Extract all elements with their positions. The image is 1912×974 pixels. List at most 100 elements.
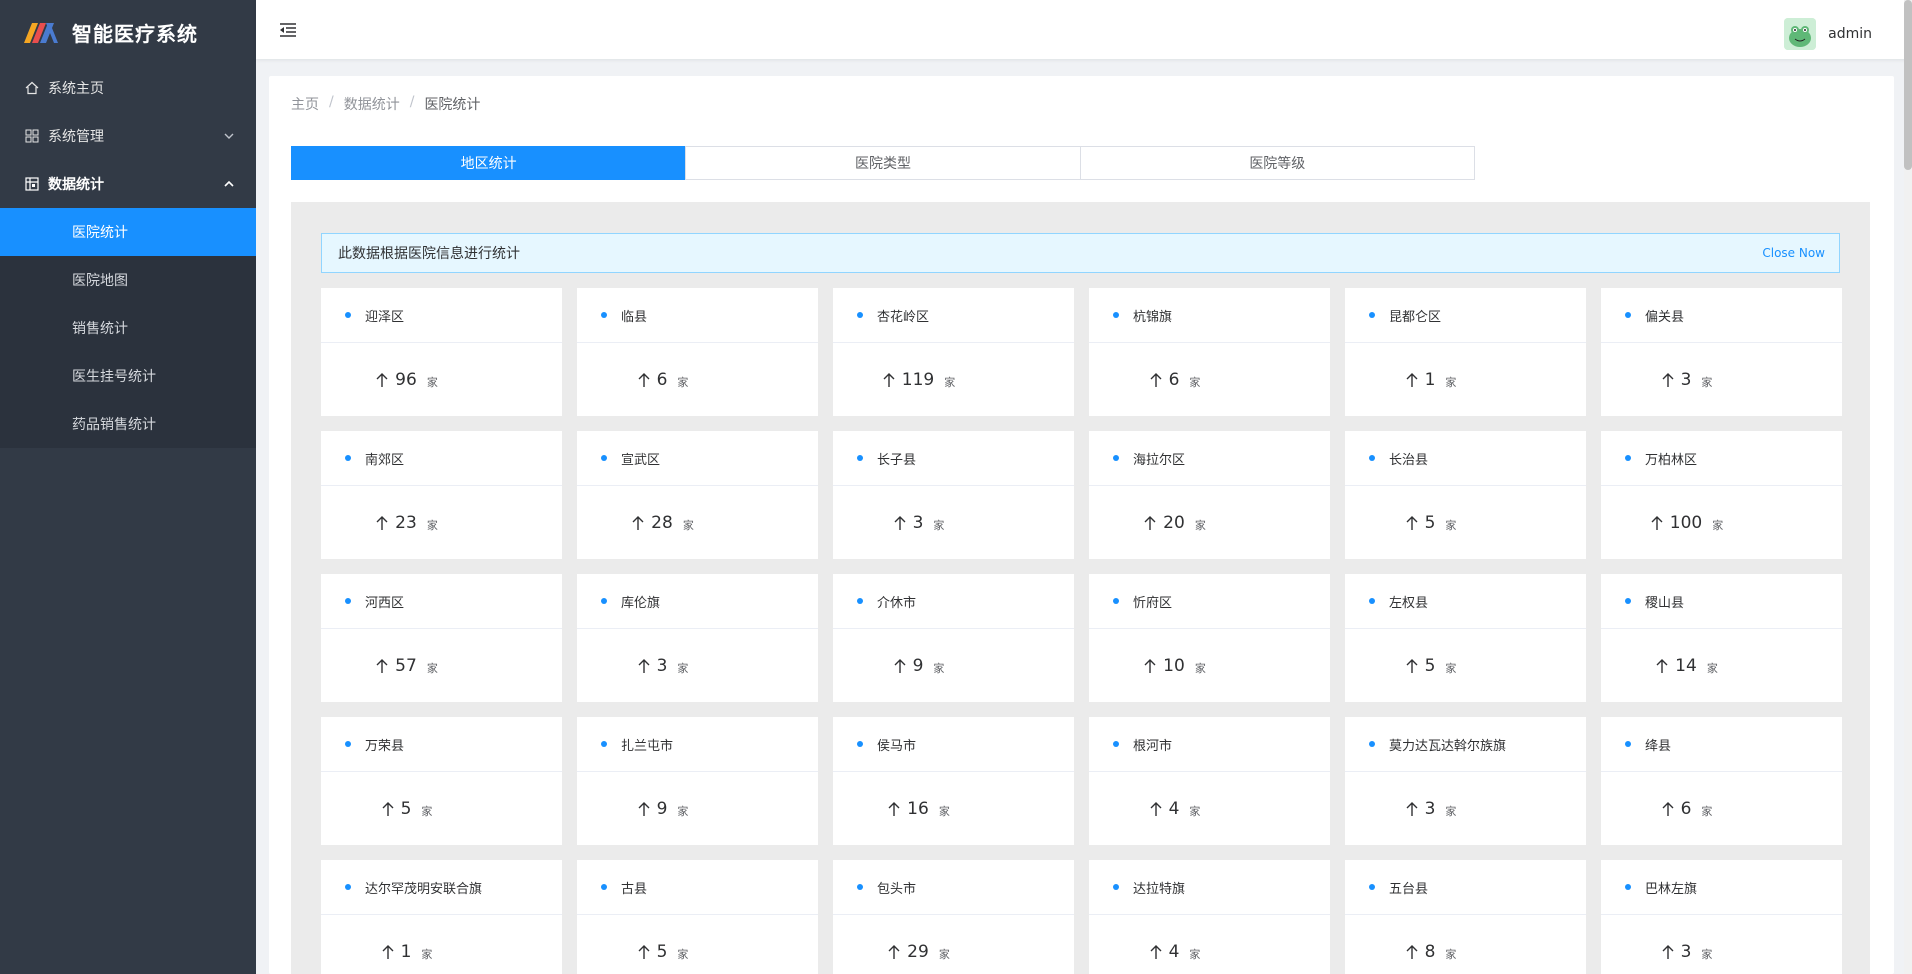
arrow-up-icon <box>1406 658 1418 673</box>
chevron-down-icon <box>224 133 234 139</box>
region-name: 巴林左旗 <box>1645 881 1698 897</box>
region-name: 长治县 <box>1389 452 1429 468</box>
username: admin <box>1828 26 1872 42</box>
region-name: 南郊区 <box>365 452 405 468</box>
sidebar-subitem-doctor-registration[interactable]: 医生挂号统计 <box>0 352 256 400</box>
region-name: 稷山县 <box>1645 595 1685 611</box>
breadcrumb-separator: / <box>329 94 334 110</box>
arrow-up-icon <box>894 515 906 530</box>
sidebar-subitem-sales-statistics[interactable]: 销售统计 <box>0 304 256 352</box>
hospital-count: 1 <box>1424 369 1436 390</box>
count-unit: 家 <box>677 947 689 961</box>
bullet-dot <box>1113 312 1119 318</box>
region-card-body: 4家 <box>1089 915 1330 974</box>
hospital-count: 3 <box>1424 798 1436 819</box>
count-unit: 家 <box>1706 661 1718 675</box>
region-card-body: 23 家 <box>321 486 562 559</box>
bullet-dot <box>1625 312 1631 318</box>
user-menu[interactable]: admin <box>1784 18 1872 50</box>
arrow-up-icon <box>1144 658 1156 673</box>
arrow-up-icon <box>1150 372 1162 387</box>
region-name: 临县 <box>621 309 648 325</box>
statistics-panel: 此数据根据医院信息进行统计 Close Now 迎泽区 96 家临县 6 家杏花岭区 11… <box>291 202 1870 974</box>
logo[interactable]: 智能医疗系统 <box>0 0 256 64</box>
alert-close-button[interactable]: Close Now <box>1762 246 1825 260</box>
hospital-count: 8 <box>1424 941 1436 962</box>
region-card-header: 达拉特旗 <box>1089 860 1330 915</box>
tab-region-statistics[interactable]: 地区统计 <box>291 146 687 180</box>
bullet-dot <box>601 312 607 318</box>
region-card-body: 9家 <box>577 772 818 845</box>
hospital-count: 96 <box>395 369 417 390</box>
hospital-count: 10 <box>1163 655 1185 676</box>
region-card-header: 莫力达瓦达斡尔族旗 <box>1345 717 1586 772</box>
bullet-dot <box>1113 598 1119 604</box>
region-card-header: 五台县 <box>1345 860 1586 915</box>
table-icon <box>24 176 40 192</box>
region-card-header: 扎兰屯市 <box>577 717 818 772</box>
region-card: 忻府区 10 家 <box>1089 574 1330 702</box>
region-card: 宣武区 28 家 <box>577 431 818 559</box>
region-card-body: 6家 <box>577 343 818 416</box>
count-unit: 家 <box>1445 375 1457 389</box>
region-card-header: 稷山县 <box>1601 574 1842 629</box>
region-card-header: 迎泽区 <box>321 288 562 343</box>
sidebar-item-home[interactable]: 系统主页 <box>0 64 256 112</box>
region-card: 万柏林区 100 家 <box>1601 431 1842 559</box>
region-card-body: 96 家 <box>321 343 562 416</box>
region-card: 临县 6 家 <box>577 288 818 416</box>
count-unit: 家 <box>1194 518 1206 532</box>
region-card-header: 介休市 <box>833 574 1074 629</box>
logo-icon <box>24 23 58 43</box>
breadcrumb-separator: / <box>409 94 415 110</box>
hospital-count: 28 <box>651 512 673 533</box>
sidebar-item-label: 系统主页 <box>48 81 104 97</box>
count-unit: 家 <box>426 661 438 675</box>
region-card: 包头市 29 家 <box>833 860 1074 974</box>
bullet-dot <box>345 312 351 318</box>
sidebar: 智能医疗系统 系统主页 系统管理 数据统计 医院统计 医院地图 销售统计 医生挂… <box>0 0 256 974</box>
breadcrumb-home[interactable]: 主页 <box>291 94 319 114</box>
count-unit: 家 <box>1189 375 1201 389</box>
bullet-dot <box>1369 741 1375 747</box>
sidebar-subitem-hospital-map[interactable]: 医院地图 <box>0 256 256 304</box>
hospital-count: 119 <box>901 369 935 390</box>
region-card: 迎泽区 96 家 <box>321 288 562 416</box>
count-unit: 家 <box>682 518 694 532</box>
count-unit: 家 <box>1445 804 1457 818</box>
region-card-header: 包头市 <box>833 860 1074 915</box>
count-unit: 家 <box>1189 804 1201 818</box>
sidebar-subitem-hospital-statistics[interactable]: 医院统计 <box>0 208 256 256</box>
region-card: 库伦旗 3 家 <box>577 574 818 702</box>
region-card-header: 临县 <box>577 288 818 343</box>
page-scrollbar-thumb[interactable] <box>1904 0 1912 170</box>
tab-hospital-level[interactable]: 医院等级 <box>1079 146 1475 180</box>
home-icon <box>24 80 40 96</box>
sidebar-item-data-statistics[interactable]: 数据统计 <box>0 160 256 208</box>
hospital-count: 4 <box>1168 798 1180 819</box>
count-unit: 家 <box>933 518 945 532</box>
bullet-dot <box>601 741 607 747</box>
sidebar-item-system-management[interactable]: 系统管理 <box>0 112 256 160</box>
hospital-count: 23 <box>395 512 417 533</box>
region-card: 莫力达瓦达斡尔族旗 3 家 <box>1345 717 1586 845</box>
hospital-count: 3 <box>1680 941 1692 962</box>
avatar[interactable] <box>1784 18 1817 50</box>
region-name: 左权县 <box>1389 595 1429 611</box>
arrow-up-icon <box>382 944 394 959</box>
page-scrollbar-track[interactable] <box>1904 0 1912 974</box>
region-card: 昆都仑区 1 家 <box>1345 288 1586 416</box>
breadcrumb-data-statistics[interactable]: 数据统计 <box>344 94 400 114</box>
menu-fold-icon[interactable] <box>278 20 298 40</box>
tab-hospital-type[interactable]: 医院类型 <box>685 146 1081 180</box>
region-name: 万柏林区 <box>1645 452 1698 468</box>
bullet-dot <box>857 312 863 318</box>
arrow-up-icon <box>376 515 388 530</box>
region-name: 库伦旗 <box>621 595 661 611</box>
bullet-dot <box>601 455 607 461</box>
region-card: 五台县 8 家 <box>1345 860 1586 974</box>
hospital-count: 3 <box>1680 369 1692 390</box>
sidebar-subitem-drug-sales[interactable]: 药品销售统计 <box>0 400 256 448</box>
region-card-header: 库伦旗 <box>577 574 818 629</box>
region-name: 介休市 <box>877 595 917 611</box>
